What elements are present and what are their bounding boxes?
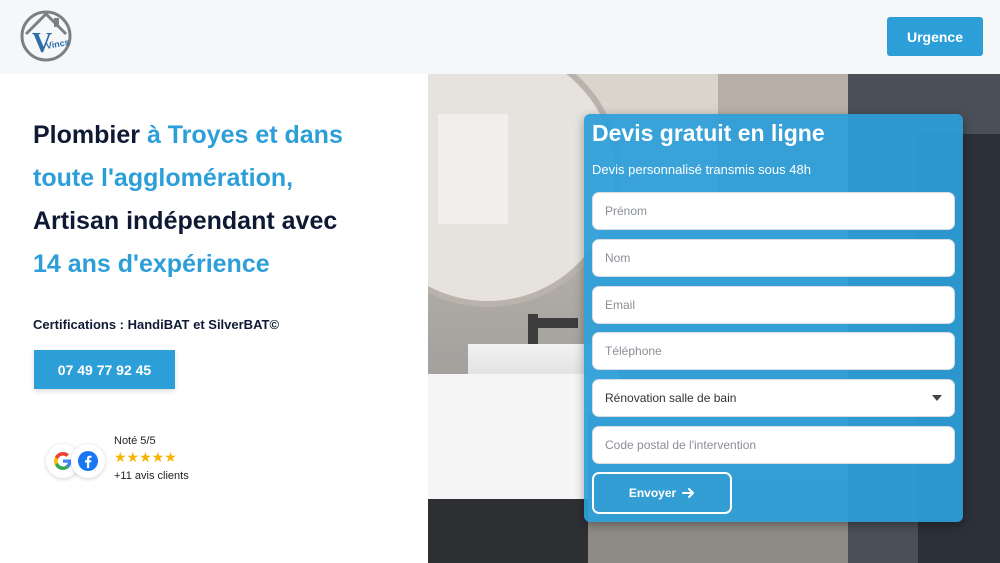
postal-code-input[interactable] xyxy=(605,438,942,452)
urgence-button[interactable]: Urgence xyxy=(887,17,983,56)
telephone-input[interactable] xyxy=(605,344,942,358)
rating-title: Noté 5/5 xyxy=(114,435,156,447)
nom-field[interactable] xyxy=(592,239,955,277)
star-rating-icon: ★★★★★ xyxy=(114,450,177,466)
arrow-right-icon xyxy=(682,488,695,498)
form-title: Devis gratuit en ligne xyxy=(592,120,825,146)
headline-agglomeration: toute l'agglomération, xyxy=(33,164,294,192)
nom-input[interactable] xyxy=(605,251,942,265)
headline-experience: 14 ans d'expérience xyxy=(33,250,270,278)
service-select[interactable]: Rénovation salle de bain xyxy=(592,379,955,417)
chevron-down-icon xyxy=(932,395,942,401)
prenom-input[interactable] xyxy=(605,204,942,218)
facebook-icon xyxy=(71,444,105,478)
vincs-logo[interactable]: V Vincs xyxy=(18,8,74,64)
email-input[interactable] xyxy=(605,298,942,312)
submit-label: Envoyer xyxy=(628,486,677,500)
review-count: +11 avis clients xyxy=(114,470,189,482)
prenom-field[interactable] xyxy=(592,192,955,230)
certifications-text: Certifications : HandiBAT et SilverBAT© xyxy=(33,317,280,332)
rating-badge[interactable]: Noté 5/5 ★★★★★ +11 avis clients xyxy=(46,429,266,489)
phone-button[interactable]: 07 49 77 92 45 xyxy=(34,350,175,389)
email-field[interactable] xyxy=(592,286,955,324)
service-select-value: Rénovation salle de bain xyxy=(605,391,737,405)
page-headline: Plombier à Troyes et dans toute l'agglom… xyxy=(33,114,423,286)
form-subtitle: Devis personnalisé transmis sous 48h xyxy=(592,162,811,177)
quote-form: Devis gratuit en ligne Devis personnalis… xyxy=(584,114,963,522)
headline-troyes: à Troyes et dans xyxy=(146,121,343,149)
submit-button[interactable]: Envoyer xyxy=(592,472,732,514)
telephone-field[interactable] xyxy=(592,332,955,370)
headline-artisan: Artisan indépendant avec xyxy=(33,207,338,235)
site-header: V Vincs Urgence xyxy=(0,0,1000,74)
intro-section: Plombier à Troyes et dans toute l'agglom… xyxy=(0,74,428,563)
headline-plombier: Plombier xyxy=(33,121,140,149)
postal-code-field[interactable] xyxy=(592,426,955,464)
